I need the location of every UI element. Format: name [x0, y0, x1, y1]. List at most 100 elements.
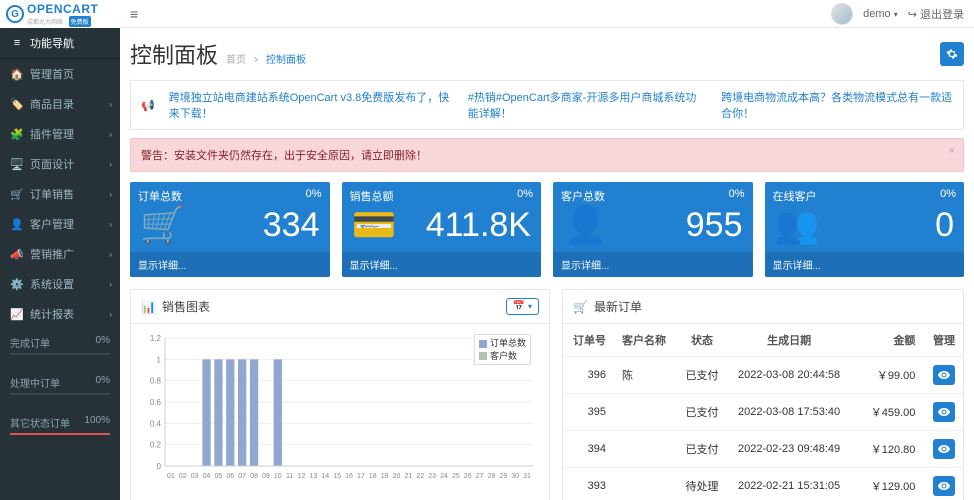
chart-icon: 📊	[141, 300, 156, 314]
sidebar-item-2[interactable]: 🧩插件管理›	[0, 119, 120, 149]
svg-text:25: 25	[452, 473, 460, 480]
tile-label: 在线客户	[773, 188, 817, 204]
svg-text:07: 07	[238, 473, 246, 480]
col-manage: 管理	[923, 324, 963, 357]
sidebar-item-label: 客户管理	[30, 216, 74, 232]
alert-text: 警告：安装文件夹仍然存在，出于安全原因，请立即删除！	[141, 150, 427, 162]
cell-amount: ￥459.00	[851, 394, 924, 431]
svg-text:26: 26	[464, 473, 472, 480]
col-customer: 客户名称	[614, 324, 677, 357]
logout-button[interactable]: ↪ 退出登录	[908, 6, 964, 22]
settings-button[interactable]	[940, 42, 964, 66]
sidebar-item-6[interactable]: 📣营销推广›	[0, 239, 120, 269]
progress-0: 完成订单0%	[0, 329, 120, 369]
nav-icon: 📈	[10, 308, 24, 321]
view-order-button[interactable]	[933, 402, 955, 422]
cell-cust: 陈	[614, 357, 677, 394]
tile-pct: 0%	[729, 188, 745, 204]
latest-orders-panel: 🛒最新订单 订单号 客户名称 状态 生成日期 金额 管理 396 陈 已支付 2…	[562, 289, 964, 500]
svg-text:01: 01	[167, 473, 175, 480]
cell-amount: ￥99.00	[851, 357, 924, 394]
calendar-icon: 📅	[513, 301, 525, 312]
svg-text:31: 31	[523, 473, 531, 480]
tile-more-link[interactable]: 显示详细...	[765, 252, 965, 277]
page-title: 控制面板	[130, 38, 218, 70]
cell-date: 2022-02-23 09:48:49	[728, 431, 851, 468]
col-status: 状态	[677, 324, 728, 357]
sidebar-toggle-button[interactable]: ≡	[130, 6, 138, 22]
nav-icon: ⚙️	[10, 278, 24, 291]
sidebar-item-1[interactable]: 🏷️商品目录›	[0, 89, 120, 119]
breadcrumb-sep: ›	[254, 52, 258, 66]
progress-1: 处理中订单0%	[0, 369, 120, 409]
view-order-button[interactable]	[933, 476, 955, 496]
view-order-button[interactable]	[933, 439, 955, 459]
brand-text: OPENCART	[27, 2, 98, 16]
nav-header: ≡ 功能导航	[0, 28, 120, 59]
tile-more-link[interactable]: 显示详细...	[342, 252, 542, 277]
nav-icon: 🛒	[10, 188, 24, 201]
sidebar-item-5[interactable]: 👤客户管理›	[0, 209, 120, 239]
cell-id: 393	[563, 468, 614, 500]
chevron-right-icon: ›	[109, 130, 112, 139]
news-link-1[interactable]: 跨境独立站电商建站系统OpenCart v3.8免费版发布了，快来下载！	[169, 89, 454, 121]
chart-date-picker[interactable]: 📅▾	[506, 298, 539, 315]
tile-more-link[interactable]: 显示详细...	[553, 252, 753, 277]
sidebar-item-8[interactable]: 📈统计报表›	[0, 299, 120, 329]
cell-cust	[614, 468, 677, 500]
svg-text:20: 20	[393, 473, 401, 480]
bullhorn-icon: 📢	[141, 99, 155, 112]
col-date: 生成日期	[728, 324, 851, 357]
tile-value: 334	[263, 206, 320, 245]
svg-text:18: 18	[369, 473, 377, 480]
alert-close-button[interactable]: ×	[949, 145, 955, 157]
col-order-id: 订单号	[563, 324, 614, 357]
top-header: ≡ demo ▾ ↪ 退出登录	[120, 0, 974, 28]
news-link-2[interactable]: #热销#OpenCart多商家-开源多用户商城系统功能详解！	[468, 89, 707, 121]
sidebar-item-label: 商品目录	[30, 96, 74, 112]
nav-header-label: 功能导航	[30, 35, 74, 51]
sidebar-item-7[interactable]: ⚙️系统设置›	[0, 269, 120, 299]
chart-area: 订单总数 客户数 00.20.40.60.811.201020304050607…	[131, 324, 549, 494]
breadcrumb-home[interactable]: 首页	[226, 51, 246, 66]
sidebar-item-0[interactable]: 🏠管理首页	[0, 59, 120, 89]
gear-icon	[946, 48, 958, 60]
col-amount: 金额	[851, 324, 924, 357]
eye-icon	[938, 407, 950, 417]
tile-pct: 0%	[940, 188, 956, 204]
table-row: 394 已支付 2022-02-23 09:48:49 ￥120.80	[563, 431, 963, 468]
nav-icon: 🧩	[10, 128, 24, 141]
sidebar-item-3[interactable]: 🖥️页面设计›	[0, 149, 120, 179]
tile-pct: 0%	[306, 188, 322, 204]
chevron-right-icon: ›	[109, 280, 112, 289]
chevron-right-icon: ›	[109, 220, 112, 229]
avatar[interactable]	[831, 3, 853, 25]
user-menu[interactable]: demo ▾	[863, 8, 898, 20]
svg-text:28: 28	[488, 473, 496, 480]
tile-more-link[interactable]: 显示详细...	[130, 252, 330, 277]
cell-date: 2022-02-21 15:31:05	[728, 468, 851, 500]
chart-legend: 订单总数 客户数	[474, 334, 531, 365]
news-link-3[interactable]: 跨境电商物流成本高？各类物流模式总有一款适合你！	[721, 89, 953, 121]
cell-status: 已支付	[677, 357, 728, 394]
cell-id: 395	[563, 394, 614, 431]
view-order-button[interactable]	[933, 365, 955, 385]
caret-down-icon: ▾	[894, 10, 898, 19]
warning-alert: 警告：安装文件夹仍然存在，出于安全原因，请立即删除！ ×	[130, 138, 964, 172]
chevron-right-icon: ›	[109, 160, 112, 169]
breadcrumb-current[interactable]: 控制面板	[266, 51, 306, 66]
sidebar-item-4[interactable]: 🛒订单销售›	[0, 179, 120, 209]
svg-text:23: 23	[428, 473, 436, 480]
cell-status: 已支付	[677, 431, 728, 468]
cell-status: 已支付	[677, 394, 728, 431]
stat-tile-2: 客户总数0% 👤955 显示详细...	[553, 182, 753, 277]
eye-icon	[938, 444, 950, 454]
chevron-right-icon: ›	[109, 250, 112, 259]
chart-title: 销售图表	[162, 298, 210, 315]
sidebar-item-label: 管理首页	[30, 66, 74, 82]
progress-2: 其它状态订单100%	[0, 409, 120, 449]
svg-text:30: 30	[511, 473, 519, 480]
svg-text:05: 05	[215, 473, 223, 480]
chevron-right-icon: ›	[109, 310, 112, 319]
svg-text:10: 10	[274, 473, 282, 480]
